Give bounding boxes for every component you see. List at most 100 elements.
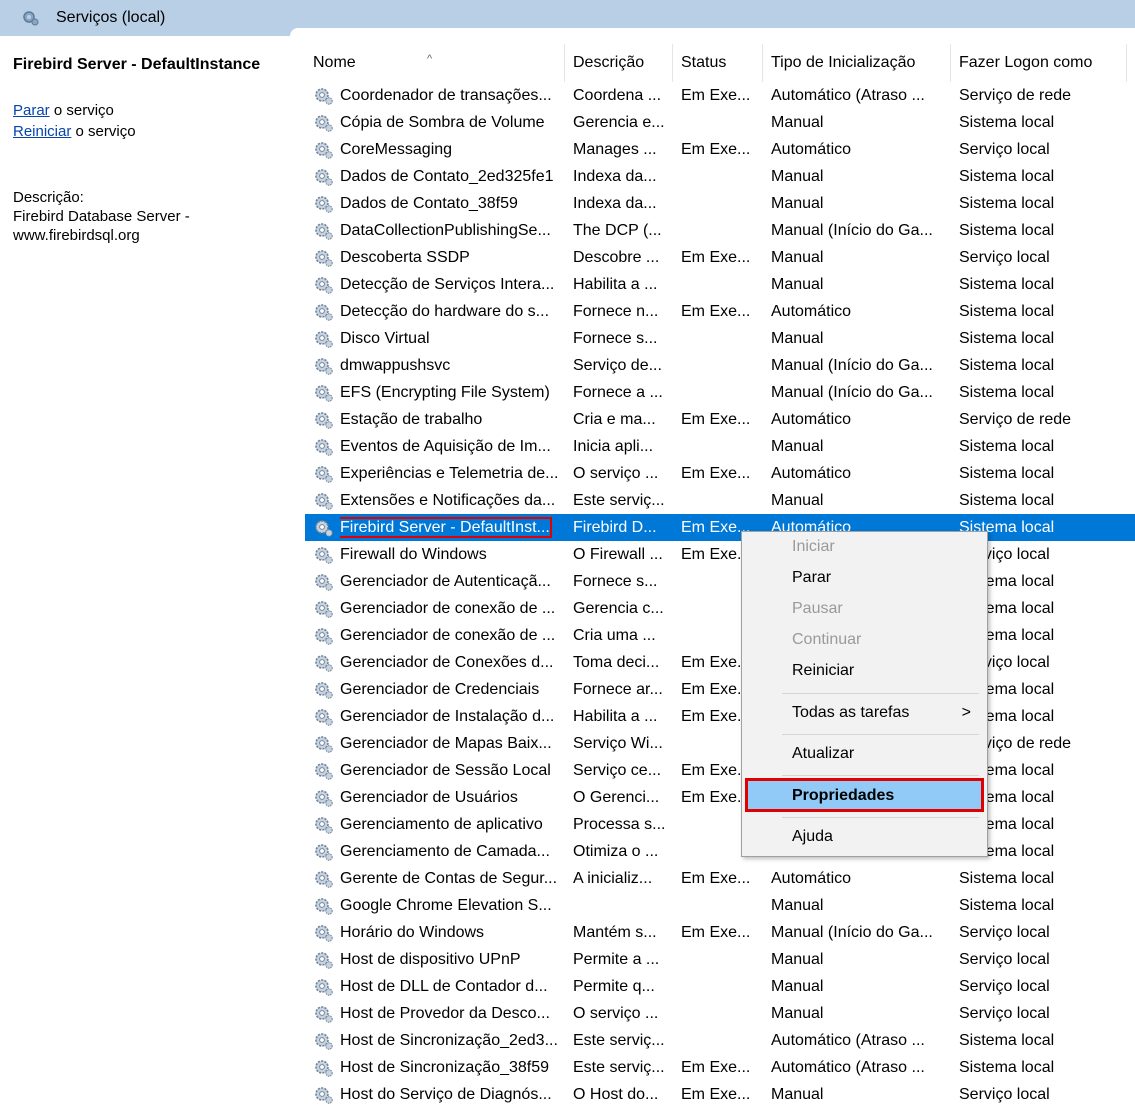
table-row[interactable]: Detecção de Serviços Intera... Habilita a… [305, 271, 1135, 298]
content-tab-edge [290, 28, 1135, 36]
column-header-status[interactable]: Status [673, 44, 763, 82]
table-row[interactable]: Firewall do Windows O Firewall ... Em Exe.… [305, 541, 1135, 568]
table-row[interactable]: CoreMessaging Manages ... Em Exe... Automát… [305, 136, 1135, 163]
gear-icon [313, 571, 335, 593]
column-header-tipo-inicializacao[interactable]: Tipo de Inicialização [763, 44, 951, 82]
service-description-cell-text: Fornece s... [573, 330, 658, 347]
table-row[interactable]: Host de Sincronização_2ed3... Este serviç… [305, 1027, 1135, 1054]
gear-icon [313, 166, 335, 188]
menu-item-atualizar[interactable]: Atualizar [792, 745, 854, 763]
table-row[interactable]: Gerenciador de Instalação d... Habilita a… [305, 703, 1135, 730]
menu-item-iniciar[interactable]: Iniciar [792, 538, 835, 556]
service-name-cell-text: Detecção do hardware do s... [340, 303, 550, 320]
logon-as-cell-text: Sistema local [959, 492, 1055, 509]
logon-as-cell: Serviço local [959, 1000, 1135, 1027]
table-row[interactable]: Gerenciador de Sessão Local Serviço ce...… [305, 757, 1135, 784]
table-row[interactable]: Gerenciador de Credenciais Fornece ar... E… [305, 676, 1135, 703]
service-name-cell: dmwappushsvc [340, 352, 562, 379]
column-header-logon[interactable]: Fazer Logon como [951, 44, 1127, 82]
table-row[interactable]: Gerenciador de Mapas Baix... Serviço Wi..… [305, 730, 1135, 757]
table-row[interactable]: Disco Virtual Fornece s... Manual Sistema l… [305, 325, 1135, 352]
service-name-cell-text: EFS (Encrypting File System) [340, 384, 550, 401]
service-status-cell: Em Exe... [681, 244, 763, 271]
table-row[interactable]: Host de dispositivo UPnP Permite a ... Man… [305, 946, 1135, 973]
gear-icon [313, 760, 335, 782]
table-row[interactable]: Gerenciador de conexão de ... Cria uma ..… [305, 622, 1135, 649]
table-row[interactable]: Eventos de Aquisição de Im... Inicia apli… [305, 433, 1135, 460]
table-row[interactable]: Detecção do hardware do s... Fornece n...… [305, 298, 1135, 325]
table-row[interactable]: Extensões e Notificações da... Este servi… [305, 487, 1135, 514]
service-name-cell-text: Gerenciamento de aplicativo [340, 816, 543, 833]
menu-item-reiniciar[interactable]: Reiniciar [792, 662, 854, 680]
gear-icon [313, 544, 335, 566]
logon-as-cell-text: Serviço local [959, 1005, 1050, 1022]
logon-as-cell: Sistema local [959, 379, 1135, 406]
logon-as-cell-text: Serviço de rede [959, 87, 1072, 104]
table-row[interactable]: Dados de Contato_2ed325fe1 Indexa da... Ma… [305, 163, 1135, 190]
table-row[interactable]: Host de Sincronização_38f59 Este serviç..… [305, 1054, 1135, 1081]
menu-item-propriedades[interactable]: Propriedades [792, 787, 894, 805]
column-header-nome[interactable]: ^ Nome [305, 44, 565, 82]
table-row[interactable]: DataCollectionPublishingSe... The DCP (..… [305, 217, 1135, 244]
startup-type-cell: Manual [771, 946, 951, 973]
menu-item-todas-as-tarefas[interactable]: Todas as tarefas [792, 704, 909, 722]
logon-as-cell-text: Serviço local [959, 951, 1050, 968]
service-description-cell: Coordena ... [573, 82, 673, 109]
gear-icon [313, 976, 335, 998]
logon-as-cell: Sistema local [959, 460, 1135, 487]
service-name-cell-text: Gerenciador de Instalação d... [340, 708, 555, 725]
table-row[interactable]: Host do Serviço de Diagnós... O Host do..… [305, 1081, 1135, 1108]
menu-item-parar[interactable]: Parar [792, 569, 831, 587]
table-row[interactable]: Gerenciador de conexão de ... Gerencia c.… [305, 595, 1135, 622]
logon-as-cell: Sistema local [959, 352, 1135, 379]
table-row[interactable]: Horário do Windows Mantém s... Em Exe... Ma… [305, 919, 1135, 946]
logon-as-cell: Sistema local [959, 865, 1135, 892]
service-description-cell-text: Este serviç... [573, 1059, 665, 1076]
menu-separator [782, 734, 979, 735]
stop-service-link[interactable]: Parar [13, 102, 50, 119]
table-row[interactable]: Firebird Server - DefaultInst... Firebird… [305, 514, 1135, 541]
service-name-cell-text: Gerenciador de Mapas Baix... [340, 735, 552, 752]
table-row[interactable]: Experiências e Telemetria de... O serviço… [305, 460, 1135, 487]
table-row[interactable]: EFS (Encrypting File System) Fornece a ..… [305, 379, 1135, 406]
table-row[interactable]: Estação de trabalho Cria e ma... Em Exe...… [305, 406, 1135, 433]
table-row[interactable]: Cópia de Sombra de Volume Gerencia e... Ma… [305, 109, 1135, 136]
menu-item-ajuda[interactable]: Ajuda [792, 828, 833, 846]
service-description-cell-text: Firebird D... [573, 519, 657, 536]
table-row[interactable]: Google Chrome Elevation S... Manual Sistem… [305, 892, 1135, 919]
table-row[interactable]: Gerenciamento de aplicativo Processa s...… [305, 811, 1135, 838]
gear-icon [313, 274, 335, 296]
table-row[interactable]: Gerenciamento de Camada... Otimiza o ... S… [305, 838, 1135, 865]
column-header-descricao[interactable]: Descrição [565, 44, 673, 82]
gear-icon [313, 652, 335, 674]
menu-item-continuar[interactable]: Continuar [792, 631, 861, 649]
menu-separator [782, 775, 979, 776]
service-description-cell-text: O Gerenci... [573, 789, 660, 806]
service-description-cell: Indexa da... [573, 163, 673, 190]
service-status-cell [681, 892, 763, 919]
startup-type-cell-text: Automático [771, 411, 852, 428]
table-row[interactable]: dmwappushsvc Serviço de... Manual (Início … [305, 352, 1135, 379]
table-row[interactable]: Descoberta SSDP Descobre ... Em Exe... Manu… [305, 244, 1135, 271]
restart-service-link[interactable]: Reiniciar [13, 123, 71, 140]
startup-type-cell: Automático [771, 460, 951, 487]
table-row[interactable]: Coordenador de transações... Coordena ...… [305, 82, 1135, 109]
service-name-cell-text: CoreMessaging [340, 141, 453, 158]
table-row[interactable]: Host de DLL de Contador d... Permite q...… [305, 973, 1135, 1000]
service-name-cell-text: Host de DLL de Contador d... [340, 978, 548, 995]
service-description-cell: Este serviç... [573, 1027, 673, 1054]
table-row[interactable]: Gerenciador de Conexões d... Toma deci...… [305, 649, 1135, 676]
startup-type-cell-text: Manual [771, 897, 824, 914]
service-name-cell: DataCollectionPublishingSe... [340, 217, 562, 244]
menu-item-pausar[interactable]: Pausar [792, 600, 843, 618]
service-name-cell: Experiências e Telemetria de... [340, 460, 562, 487]
table-row[interactable]: Dados de Contato_38f59 Indexa da... Manual… [305, 190, 1135, 217]
table-row[interactable]: Host de Provedor da Desco... O serviço ..… [305, 1000, 1135, 1027]
sort-ascending-icon: ^ [427, 53, 433, 65]
logon-as-cell-text: Sistema local [959, 870, 1055, 887]
table-row[interactable]: Gerenciador de Usuários O Gerenci... Em Ex… [305, 784, 1135, 811]
table-row[interactable]: Gerenciador de Autenticaçã... Fornece s..… [305, 568, 1135, 595]
service-status-cell-text: Em Exe... [681, 924, 751, 941]
table-row[interactable]: Gerente de Contas de Segur... A inicializ… [305, 865, 1135, 892]
logon-as-cell: Sistema local [959, 109, 1135, 136]
